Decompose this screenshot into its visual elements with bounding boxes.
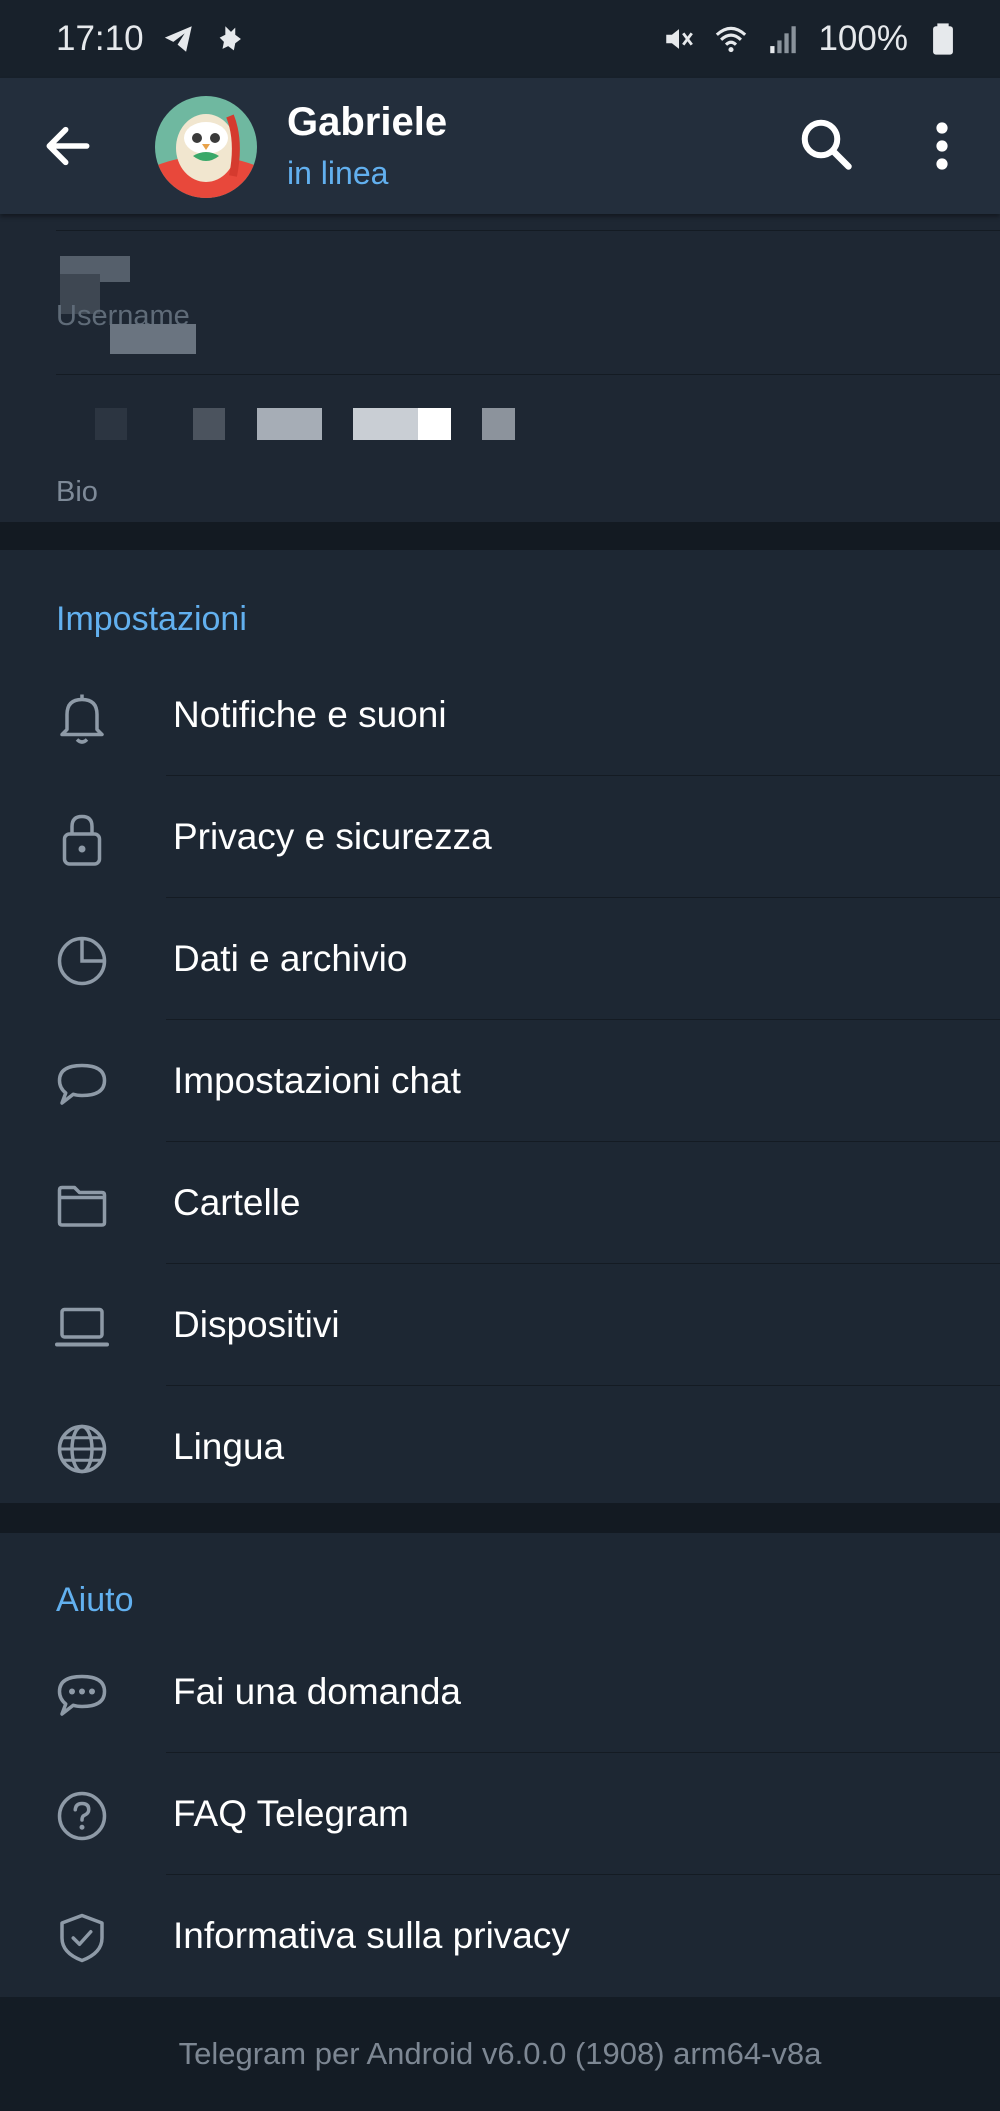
online-status: in linea	[287, 155, 389, 191]
help-section-title: Aiuto	[56, 1581, 134, 1619]
profile-name: Gabriele	[287, 100, 448, 144]
globe-icon	[57, 1424, 107, 1474]
language-label: Lingua	[173, 1426, 285, 1467]
version-footer: Telegram per Android v6.0.0 (1908) arm64…	[0, 1997, 1000, 2111]
folders-item[interactable]: Cartelle	[0, 1142, 1000, 1264]
telegram-notification-icon	[164, 26, 192, 52]
question-icon	[57, 1791, 107, 1841]
pie-chart-icon	[57, 936, 107, 986]
privacy-policy-label: Informativa sulla privacy	[173, 1915, 570, 1956]
signal-icon	[770, 26, 797, 54]
chat-settings-label: Impostazioni chat	[173, 1060, 461, 1101]
bio-row[interactable]: Bio	[0, 374, 1000, 522]
avatar[interactable]	[155, 96, 257, 198]
wifi-icon	[716, 26, 747, 53]
bell-icon	[60, 694, 104, 744]
status-bar: 17:10 100%	[0, 0, 1000, 78]
battery-percent: 100%	[818, 19, 908, 58]
chat-bubble-icon	[57, 1063, 107, 1105]
redacted-block	[95, 408, 127, 440]
faq-label: FAQ Telegram	[173, 1793, 409, 1834]
privacy-label: Privacy e sicurezza	[173, 816, 492, 857]
username-row[interactable]: Username	[0, 230, 1000, 358]
battery-icon	[933, 23, 953, 55]
chat-dots-icon	[57, 1674, 107, 1716]
shield-check-icon	[60, 1913, 104, 1963]
notifications-item[interactable]: Notifiche e suoni	[0, 654, 1000, 776]
faq-item[interactable]: FAQ Telegram	[0, 1753, 1000, 1875]
settings-section: Impostazioni Notifiche e suoni Privacy e…	[0, 550, 1000, 1503]
redacted-block	[110, 324, 196, 354]
profile-info: Username Bio	[0, 214, 1000, 522]
section-separator	[0, 522, 1000, 550]
devices-label: Dispositivi	[173, 1304, 340, 1345]
privacy-item[interactable]: Privacy e sicurezza	[0, 776, 1000, 898]
data-storage-label: Dati e archivio	[173, 938, 408, 979]
redacted-block	[418, 408, 451, 440]
chat-settings-item[interactable]: Impostazioni chat	[0, 1020, 1000, 1142]
more-vert-icon[interactable]	[918, 116, 966, 176]
status-time: 17:10	[56, 19, 144, 58]
notification-icon	[219, 26, 241, 51]
lock-icon	[62, 814, 102, 866]
search-icon[interactable]	[796, 114, 856, 174]
laptop-icon	[55, 1307, 109, 1347]
redacted-block	[482, 408, 515, 440]
back-arrow-icon[interactable]	[40, 118, 96, 174]
bio-label: Bio	[56, 476, 98, 508]
redacted-block	[193, 408, 225, 440]
ask-question-item[interactable]: Fai una domanda	[0, 1631, 1000, 1753]
notifications-label: Notifiche e suoni	[173, 694, 447, 735]
redacted-block	[257, 408, 322, 440]
mute-icon	[666, 29, 694, 49]
devices-item[interactable]: Dispositivi	[0, 1264, 1000, 1386]
language-item[interactable]: Lingua	[0, 1386, 1000, 1508]
section-separator	[0, 1503, 1000, 1533]
app-bar: Gabriele in linea	[0, 78, 1000, 214]
folders-label: Cartelle	[173, 1182, 301, 1223]
data-storage-item[interactable]: Dati e archivio	[0, 898, 1000, 1020]
ask-question-label: Fai una domanda	[173, 1671, 461, 1712]
privacy-policy-item[interactable]: Informativa sulla privacy	[0, 1875, 1000, 1997]
folder-icon	[57, 1185, 107, 1227]
help-section: Aiuto Fai una domanda FAQ Telegram Infor…	[0, 1533, 1000, 1997]
settings-section-title: Impostazioni	[56, 600, 247, 638]
